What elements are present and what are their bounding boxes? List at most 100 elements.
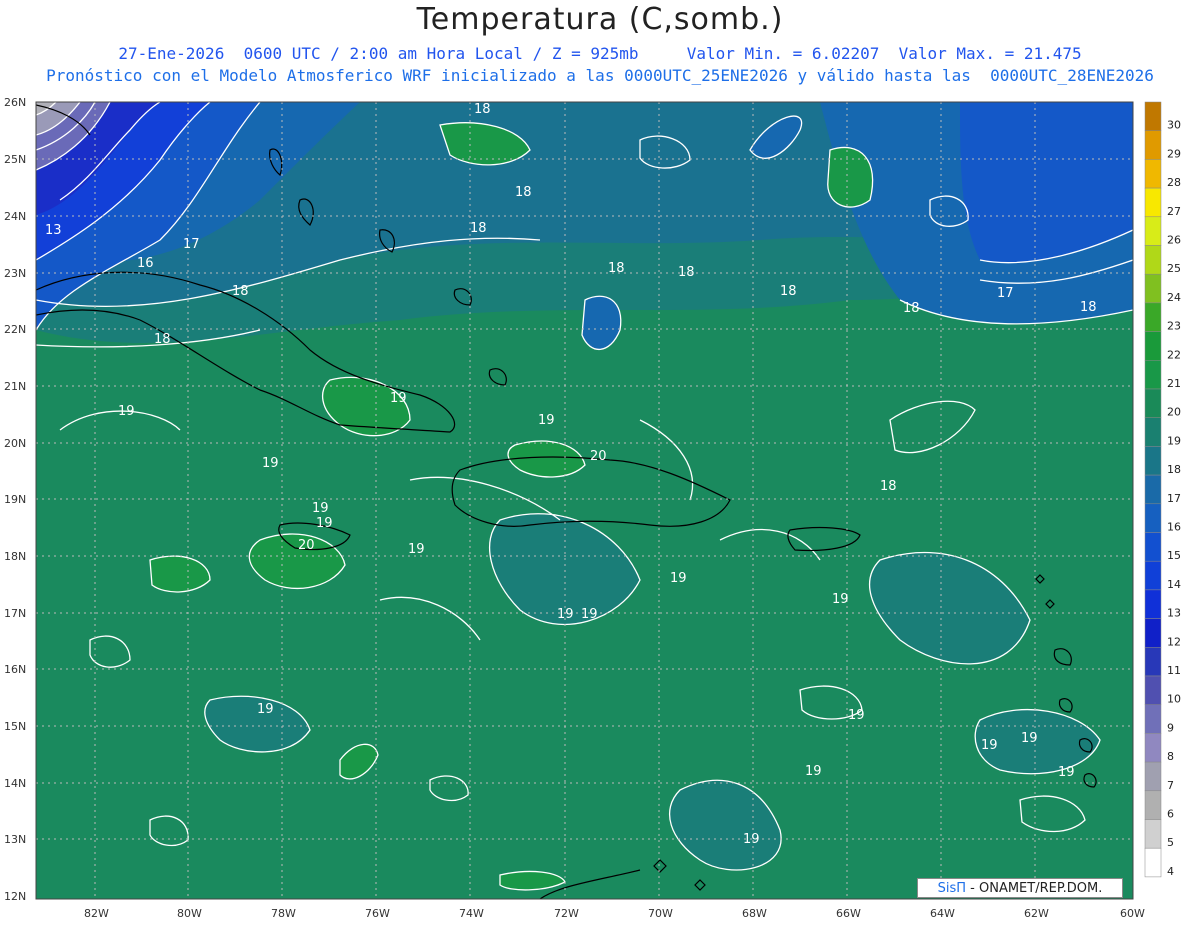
lat-label: 12N [4, 890, 26, 903]
lat-label: 21N [4, 380, 26, 393]
colorbar-swatch [1144, 618, 1162, 648]
colorbar-swatch [1144, 589, 1162, 619]
contour-label: 19 [670, 571, 687, 586]
lon-label: 74W [459, 907, 484, 920]
contour-label: 19 [390, 391, 407, 406]
lat-label: 24N [4, 210, 26, 223]
colorbar-label: 24 [1167, 291, 1181, 304]
lat-label: 22N [4, 323, 26, 336]
lat-label: 14N [4, 777, 26, 790]
colorbar-swatch [1144, 503, 1162, 533]
colorbar-label: 23 [1167, 320, 1181, 333]
colorbar-swatch [1144, 360, 1162, 390]
colorbar-swatch [1144, 245, 1162, 275]
latitude-axis: 26N 25N 24N 23N 22N 21N 20N 19N 18N 17N … [4, 96, 26, 903]
colorbar-label: 18 [1167, 463, 1181, 476]
colorbar-label: 19 [1167, 434, 1181, 447]
colorbar: 30 29 28 27 26 25 24 23 22 21 20 19 18 17 16 15 14 13 12 11… [1144, 101, 1181, 878]
contour-label: 19 [805, 764, 822, 779]
sistema-logo-text: SisΠ [937, 881, 967, 896]
colorbar-label: 26 [1167, 234, 1181, 247]
colorbar-label: 7 [1167, 779, 1174, 792]
lat-label: 16N [4, 663, 26, 676]
contour-label: 18 [474, 102, 491, 117]
contour-label: 18 [678, 265, 695, 280]
contour-label: 19 [848, 708, 865, 723]
lat-label: 19N [4, 493, 26, 506]
lat-label: 15N [4, 720, 26, 733]
colorbar-swatch [1144, 302, 1162, 332]
lat-label: 20N [4, 437, 26, 450]
contour-label: 19 [981, 738, 998, 753]
lon-label: 66W [836, 907, 861, 920]
lat-label: 26N [4, 96, 26, 109]
colorbar-swatch [1144, 733, 1162, 763]
lat-label: 18N [4, 550, 26, 563]
colorbar-label: 10 [1167, 693, 1181, 706]
lon-label: 76W [365, 907, 390, 920]
colorbar-label: 21 [1167, 377, 1181, 390]
colorbar-label: 11 [1167, 664, 1181, 677]
colorbar-swatch [1144, 417, 1162, 447]
contour-label: 18 [154, 332, 171, 347]
colorbar-swatch [1144, 560, 1162, 591]
credit-text: - ONAMET/REP.DOM. [966, 881, 1103, 896]
temperature-map: 18 18 18 18 18 18 18 18 17 17 16 13 18 1… [4, 96, 1181, 920]
colorbar-label: 15 [1167, 549, 1181, 562]
colorbar-label: 17 [1167, 492, 1181, 505]
longitude-axis: 82W 80W 78W 76W 74W 72W 70W 68W 66W 64W … [84, 907, 1145, 920]
lon-label: 80W [177, 907, 202, 920]
colorbar-swatch [1144, 187, 1162, 218]
lon-label: 60W [1120, 907, 1145, 920]
colorbar-swatch [1144, 532, 1162, 562]
contour-label: 19 [312, 501, 329, 516]
contour-label: 19 [262, 456, 279, 471]
lon-label: 62W [1024, 907, 1049, 920]
colorbar-label: 28 [1167, 176, 1181, 189]
lat-label: 25N [4, 153, 26, 166]
contour-label: 19 [257, 702, 274, 717]
colorbar-swatch [1144, 819, 1162, 849]
contour-label: 18 [903, 301, 920, 316]
contour-label: 18 [880, 479, 897, 494]
subtitle-validity: 27-Ene-2026 0600 UTC / 2:00 am Hora Loca… [118, 44, 1082, 63]
lat-label: 17N [4, 607, 26, 620]
lon-label: 68W [742, 907, 767, 920]
colorbar-label: 14 [1167, 578, 1181, 591]
subtitle-model-info: Pronóstico con el Modelo Atmosferico WRF… [46, 66, 1154, 85]
contour-label: 16 [137, 256, 154, 271]
contour-label: 19 [118, 404, 135, 419]
contour-label: 19 [743, 832, 760, 847]
contour-label: 19 [557, 607, 574, 622]
contour-label: 18 [515, 185, 532, 200]
colorbar-label: 12 [1167, 635, 1181, 648]
contour-label: 19 [581, 607, 598, 622]
contour-label: 13 [45, 223, 62, 238]
contour-label: 18 [608, 261, 625, 276]
colorbar-label: 27 [1167, 205, 1181, 218]
colorbar-swatch [1144, 273, 1162, 304]
colorbar-swatch [1144, 130, 1162, 160]
chart-title: Temperatura (C,somb.) [416, 2, 784, 37]
colorbar-label: 30 [1167, 119, 1181, 132]
contour-label: 18 [780, 284, 797, 299]
contour-label: 20 [590, 449, 607, 464]
colorbar-swatch [1144, 159, 1162, 189]
colorbar-swatch [1144, 761, 1162, 792]
colorbar-swatch [1144, 675, 1162, 705]
contour-label: 20 [298, 538, 315, 553]
colorbar-label: 16 [1167, 521, 1181, 534]
colorbar-label: 13 [1167, 607, 1181, 620]
lon-label: 82W [84, 907, 109, 920]
contour-label: 19 [538, 413, 555, 428]
colorbar-label: 9 [1167, 721, 1174, 734]
colorbar-label: 4 [1167, 865, 1174, 878]
colorbar-label: 22 [1167, 348, 1181, 361]
colorbar-swatch [1144, 446, 1162, 476]
colorbar-swatch [1144, 101, 1162, 131]
credit-box: SisΠ - ONAMET/REP.DOM. [917, 878, 1123, 898]
contour-label: 19 [408, 542, 425, 557]
colorbar-swatch [1144, 331, 1162, 361]
lat-label: 23N [4, 267, 26, 280]
lat-label: 13N [4, 833, 26, 846]
